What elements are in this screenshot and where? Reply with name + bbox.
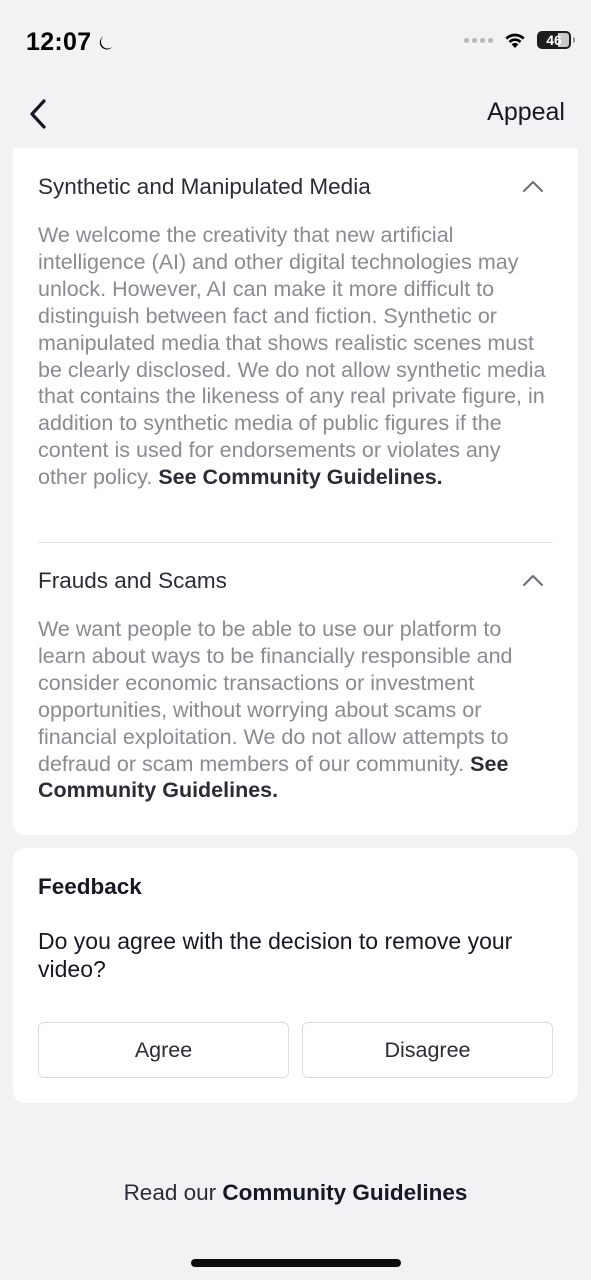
status-icons: 46	[464, 31, 575, 49]
back-button[interactable]	[20, 96, 56, 132]
chevron-up-icon[interactable]	[521, 569, 545, 593]
footer-community-guidelines-link[interactable]: Community Guidelines	[222, 1180, 467, 1205]
policy-body-text: We welcome the creativity that new artif…	[38, 223, 546, 490]
disagree-button[interactable]: Disagree	[302, 1022, 553, 1078]
page-title: Appeal	[487, 98, 565, 126]
nav-bar: Appeal	[0, 86, 591, 142]
policies-card: Synthetic and Manipulated Media We welco…	[13, 148, 578, 835]
signal-dots-icon	[464, 37, 493, 43]
policy-section: Synthetic and Manipulated Media We welco…	[38, 174, 553, 491]
community-guidelines-link[interactable]: See Community Guidelines.	[158, 465, 442, 489]
status-bar: 12:07 46	[0, 0, 591, 86]
wifi-icon	[505, 33, 525, 48]
chevron-left-icon	[30, 99, 46, 129]
battery-icon: 46	[537, 31, 575, 49]
time-text: 12:07	[26, 28, 92, 56]
home-indicator	[191, 1259, 401, 1267]
chevron-up-icon[interactable]	[521, 175, 545, 199]
policy-header[interactable]: Frauds and Scams	[38, 568, 553, 594]
feedback-question: Do you agree with the decision to remove…	[38, 928, 513, 982]
footer-prefix: Read our	[123, 1180, 217, 1205]
divider	[38, 542, 553, 543]
policy-description: We welcome the creativity that new artif…	[38, 222, 553, 491]
moon-icon	[100, 35, 113, 49]
agree-button[interactable]: Agree	[38, 1022, 289, 1078]
policy-title: Synthetic and Manipulated Media	[38, 174, 371, 199]
policy-body-text: We want people to be able to use our pla…	[38, 617, 513, 776]
feedback-title: Feedback	[38, 874, 142, 899]
status-time: 12:07	[26, 28, 117, 57]
policy-section: Frauds and Scams We want people to be ab…	[38, 568, 553, 804]
battery-level: 46	[546, 32, 562, 48]
policy-description: We want people to be able to use our pla…	[38, 616, 553, 804]
feedback-card: Feedback Do you agree with the decision …	[13, 848, 578, 1103]
policy-title: Frauds and Scams	[38, 568, 227, 593]
footer-text: Read our Community Guidelines	[0, 1180, 591, 1206]
policy-header[interactable]: Synthetic and Manipulated Media	[38, 174, 553, 200]
